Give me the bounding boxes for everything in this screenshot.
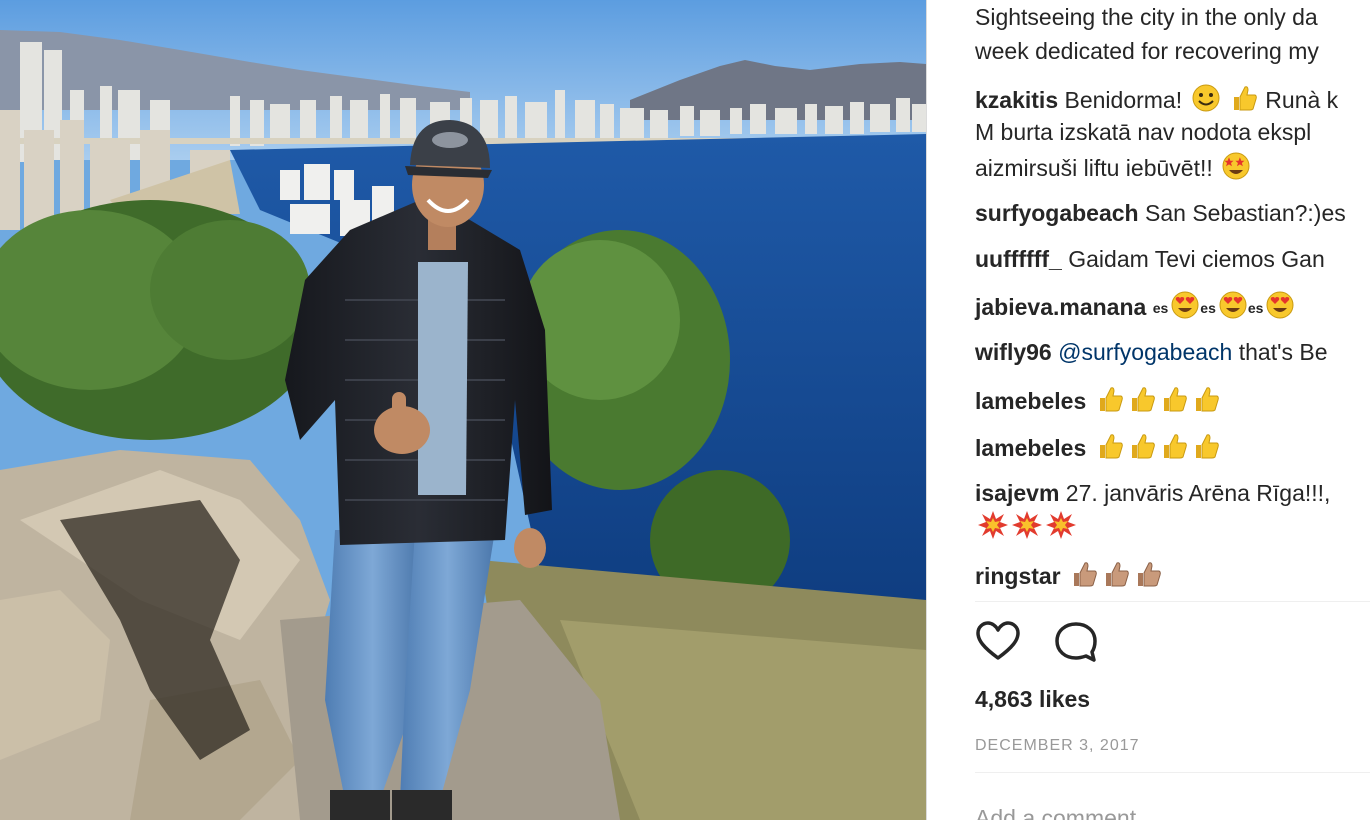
thumbs-up-emoji	[1095, 431, 1125, 461]
comment-username[interactable]: surfyogabeach	[975, 200, 1139, 226]
comment-username[interactable]: lamebeles	[975, 388, 1086, 414]
collision-emoji	[1045, 510, 1077, 540]
comment-button[interactable]	[1053, 620, 1105, 672]
comment-username[interactable]: jabieva.manana	[975, 294, 1146, 320]
collision-emoji	[1011, 510, 1043, 540]
post-date[interactable]: DECEMBER 3, 2017	[975, 737, 1140, 755]
caption-line-1: Sightseeing the city in the only da	[975, 4, 1318, 30]
comment-row: uuffffff_ Gaidam Tevi ciemos Gan	[975, 244, 1325, 274]
comment-username[interactable]: uuffffff_	[975, 246, 1062, 272]
comment-bubble-icon	[1053, 620, 1105, 664]
comment-username[interactable]: lamebeles	[975, 435, 1086, 461]
comment-text: Benidorma!	[1064, 87, 1183, 113]
thumbs-up-tone-emoji	[1101, 559, 1131, 589]
comment-text: aizmirsuši liftu iebūvēt!!	[975, 155, 1213, 181]
instagram-post: Sightseeing the city in the only da week…	[0, 0, 1370, 820]
comment-prefix: es	[1152, 300, 1169, 316]
add-comment-input[interactable]: Add a comment...	[975, 805, 1155, 820]
post-photo[interactable]	[0, 0, 926, 820]
comment-username[interactable]: ringstar	[975, 563, 1061, 589]
post-details-panel: Sightseeing the city in the only da week…	[926, 0, 1370, 820]
thumbs-up-emoji	[1159, 384, 1189, 414]
heart-eyes-emoji	[1170, 290, 1200, 320]
benidorm-coast-photo	[0, 0, 926, 820]
comment-prefix: es	[1247, 300, 1264, 316]
likes-count[interactable]: 4,863 likes	[975, 686, 1090, 713]
comment-text-continued: Runà k	[1265, 87, 1339, 113]
comment-row: kzakitis Benidorma! Runà k	[975, 83, 1338, 115]
divider	[975, 601, 1370, 602]
thumbs-up-emoji	[1229, 83, 1259, 113]
like-button[interactable]	[975, 620, 1027, 672]
comment-username[interactable]: wifly96	[975, 339, 1052, 365]
thumbs-up-emoji	[1095, 384, 1125, 414]
comment-row: isajevm 27. janvāris Arēna Rīga!!!,	[975, 478, 1330, 508]
thumbs-up-tone-emoji	[1133, 559, 1163, 589]
comment-username[interactable]: isajevm	[975, 480, 1059, 506]
comment-row: lamebeles	[975, 431, 1221, 463]
heart-eyes-emoji	[1218, 290, 1248, 320]
heart-eyes-emoji	[1265, 290, 1295, 320]
comment-row: surfyogabeach San Sebastian?:)es	[975, 198, 1346, 228]
comment-username[interactable]: kzakitis	[975, 87, 1058, 113]
caption-line-2: week dedicated for recovering my	[975, 38, 1319, 64]
comment-row: ringstar	[975, 559, 1163, 591]
collision-emoji	[977, 510, 1009, 540]
comment-text: Gaidam Tevi ciemos Gan	[1068, 246, 1325, 272]
star-struck-emoji	[1221, 151, 1251, 181]
comment-prefix: es	[1200, 300, 1216, 316]
thumbs-up-emoji	[1191, 431, 1221, 461]
comment-mention-link[interactable]: @surfyogabeach	[1058, 339, 1232, 365]
comment-continuation: M burta izskatā nav nodota ekspl	[975, 119, 1312, 145]
thumbs-up-emoji	[1127, 384, 1157, 414]
comment-row: jabieva.manana es es es	[975, 290, 1295, 323]
thumbs-up-emoji	[1159, 431, 1189, 461]
thumbs-up-tone-emoji	[1069, 559, 1099, 589]
heart-icon	[975, 620, 1027, 664]
thumbs-up-emoji	[1191, 384, 1221, 414]
divider	[975, 772, 1370, 773]
thumbs-up-emoji	[1127, 431, 1157, 461]
comment-continuation	[975, 510, 1077, 542]
comment-text: that's Be	[1238, 339, 1328, 365]
comment-text: San Sebastian?:)es	[1145, 200, 1346, 226]
comment-continuation: aizmirsuši liftu iebūvēt!!	[975, 151, 1251, 183]
smiley-emoji	[1191, 83, 1221, 113]
comment-text: 27. janvāris Arēna Rīga!!!,	[1065, 480, 1331, 506]
comment-row: lamebeles	[975, 384, 1221, 416]
comment-row: wifly96 @surfyogabeach that's Be	[975, 337, 1328, 367]
